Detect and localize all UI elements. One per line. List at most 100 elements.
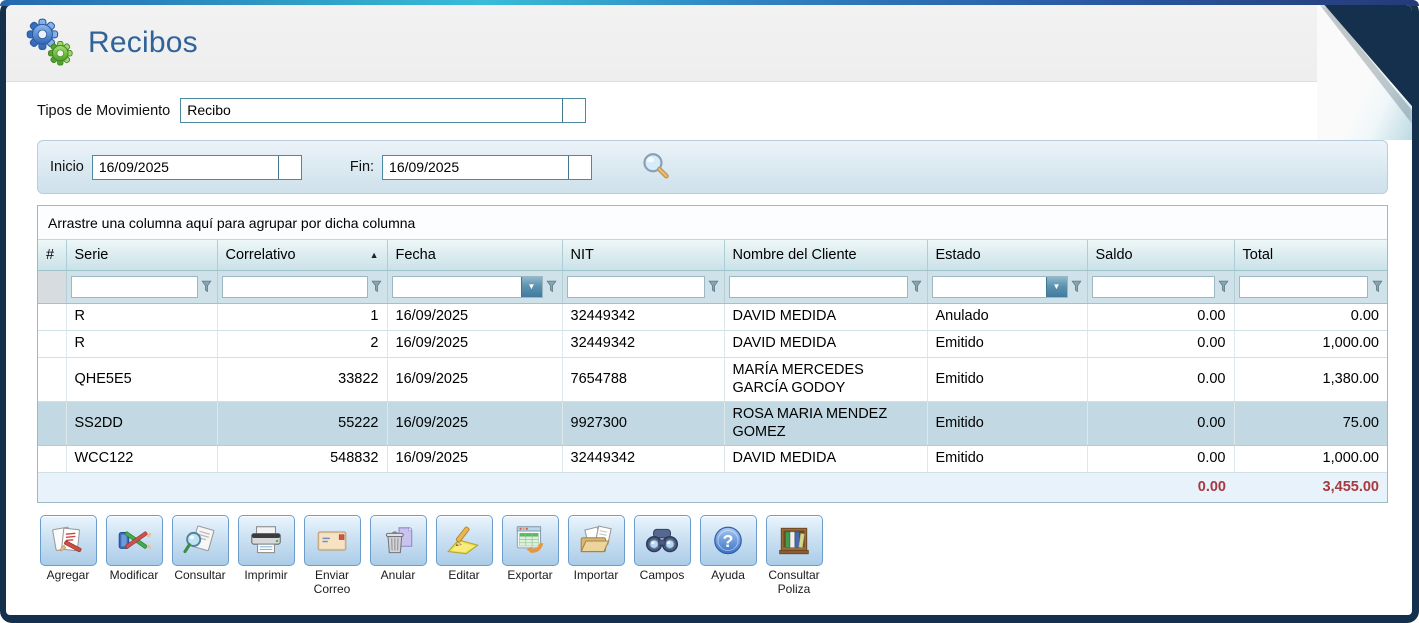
filter-funnel-icon[interactable] [1371, 280, 1383, 293]
anular-button[interactable]: Anular [367, 515, 429, 583]
column-header-saldo[interactable]: Saldo [1087, 240, 1234, 270]
filter-funnel-icon[interactable] [911, 280, 923, 293]
group-by-panel[interactable]: Arrastre una columna aquí para agrupar p… [38, 206, 1387, 240]
cell-correlativo[interactable]: 55222 [217, 401, 387, 445]
filter-fecha-select[interactable]: ▼ [392, 276, 543, 298]
cell-total[interactable]: 1,380.00 [1234, 357, 1387, 401]
filter-serie-input[interactable] [71, 276, 198, 298]
filter-correlativo-input[interactable] [222, 276, 368, 298]
cell-estado[interactable]: Emitido [927, 401, 1087, 445]
filter-estado-select[interactable]: ▼ [932, 276, 1068, 298]
exportar-button[interactable]: Exportar [499, 515, 561, 583]
cell-serie[interactable]: R [66, 330, 217, 357]
cell-saldo[interactable]: 0.00 [1087, 357, 1234, 401]
movement-type-select[interactable]: Recibo ▼ [180, 98, 586, 123]
cell-fecha[interactable]: 16/09/2025 [387, 401, 562, 445]
cell-total[interactable]: 1,000.00 [1234, 445, 1387, 472]
filter-funnel-icon[interactable] [201, 280, 213, 293]
cell-rownum[interactable] [38, 445, 66, 472]
column-header-serie[interactable]: Serie [66, 240, 217, 270]
imprimir-button[interactable]: Imprimir [235, 515, 297, 583]
cell-nombre[interactable]: ROSA MARIA MENDEZ GOMEZ [724, 401, 927, 445]
cell-nit[interactable]: 32449342 [562, 330, 724, 357]
table-row[interactable]: QHE5E5 33822 16/09/2025 7654788 MARÍA ME… [38, 357, 1387, 401]
cell-estado[interactable]: Emitido [927, 445, 1087, 472]
cell-serie[interactable]: WCC122 [66, 445, 217, 472]
cell-saldo[interactable]: 0.00 [1087, 445, 1234, 472]
column-header-estado[interactable]: Estado [927, 240, 1087, 270]
cell-estado[interactable]: Emitido [927, 357, 1087, 401]
column-header-rownum[interactable]: # [38, 240, 66, 270]
start-date-label: Inicio [50, 159, 84, 175]
cell-serie[interactable]: SS2DD [66, 401, 217, 445]
column-header-nombre[interactable]: Nombre del Cliente [724, 240, 927, 270]
filter-estado-dropdown-button[interactable]: ▼ [1046, 277, 1067, 297]
column-header-fecha[interactable]: Fecha [387, 240, 562, 270]
cell-saldo[interactable]: 0.00 [1087, 401, 1234, 445]
cell-serie[interactable]: R [66, 303, 217, 330]
cell-nombre[interactable]: DAVID MEDIDA [724, 330, 927, 357]
editar-button[interactable]: Editar [433, 515, 495, 583]
cell-fecha[interactable]: 16/09/2025 [387, 357, 562, 401]
cell-nit[interactable]: 32449342 [562, 303, 724, 330]
start-date-dropdown-button[interactable]: ▼ [278, 156, 301, 179]
cell-rownum[interactable] [38, 401, 66, 445]
filter-nombre-input[interactable] [729, 276, 908, 298]
table-row[interactable]: WCC122 548832 16/09/2025 32449342 DAVID … [38, 445, 1387, 472]
end-date-dropdown-button[interactable]: ▼ [568, 156, 591, 179]
search-button[interactable] [636, 149, 676, 185]
consultar-button[interactable]: Consultar [169, 515, 231, 583]
cell-fecha[interactable]: 16/09/2025 [387, 330, 562, 357]
cell-rownum[interactable] [38, 303, 66, 330]
cell-nit[interactable]: 32449342 [562, 445, 724, 472]
cell-nombre[interactable]: DAVID MEDIDA [724, 445, 927, 472]
importar-button[interactable]: Importar [565, 515, 627, 583]
movement-type-dropdown-button[interactable]: ▼ [562, 99, 585, 122]
filter-nit-input[interactable] [567, 276, 705, 298]
cell-rownum[interactable] [38, 357, 66, 401]
cell-fecha[interactable]: 16/09/2025 [387, 445, 562, 472]
cell-total[interactable]: 75.00 [1234, 401, 1387, 445]
cell-serie[interactable]: QHE5E5 [66, 357, 217, 401]
cell-estado[interactable]: Anulado [927, 303, 1087, 330]
cell-rownum[interactable] [38, 330, 66, 357]
column-header-correlativo[interactable]: Correlativo▲ [217, 240, 387, 270]
table-row[interactable]: R 2 16/09/2025 32449342 DAVID MEDIDA Emi… [38, 330, 1387, 357]
cell-total[interactable]: 1,000.00 [1234, 330, 1387, 357]
campos-button[interactable]: Campos [631, 515, 693, 583]
enviar-correo-button[interactable]: Enviar Correo [301, 515, 363, 597]
table-row-selected[interactable]: SS2DD 55222 16/09/2025 9927300 ROSA MARI… [38, 401, 1387, 445]
cell-nombre[interactable]: DAVID MEDIDA [724, 303, 927, 330]
cell-nombre[interactable]: MARÍA MERCEDES GARCÍA GODOY [724, 357, 927, 401]
cell-nit[interactable]: 7654788 [562, 357, 724, 401]
filter-fecha-dropdown-button[interactable]: ▼ [521, 277, 542, 297]
end-date-picker[interactable]: 16/09/2025 ▼ [382, 155, 592, 180]
cell-estado[interactable]: Emitido [927, 330, 1087, 357]
agregar-button[interactable]: Agregar [37, 515, 99, 583]
filter-saldo-input[interactable] [1092, 276, 1215, 298]
column-header-total[interactable]: Total [1234, 240, 1387, 270]
filter-funnel-icon[interactable] [371, 280, 383, 293]
cell-correlativo[interactable]: 33822 [217, 357, 387, 401]
cell-total[interactable]: 0.00 [1234, 303, 1387, 330]
column-header-nit[interactable]: NIT [562, 240, 724, 270]
cell-correlativo[interactable]: 1 [217, 303, 387, 330]
cell-saldo[interactable]: 0.00 [1087, 330, 1234, 357]
modificar-button[interactable]: Modificar [103, 515, 165, 583]
cell-nit[interactable]: 9927300 [562, 401, 724, 445]
import-folder-icon [577, 524, 615, 558]
filter-funnel-icon[interactable] [546, 280, 558, 293]
cell-correlativo[interactable]: 548832 [217, 445, 387, 472]
consultar-poliza-button[interactable]: Consultar Poliza [763, 515, 825, 597]
filter-funnel-icon[interactable] [708, 280, 720, 293]
filter-funnel-icon[interactable] [1071, 280, 1083, 293]
envelope-icon [313, 524, 351, 558]
table-row[interactable]: R 1 16/09/2025 32449342 DAVID MEDIDA Anu… [38, 303, 1387, 330]
filter-total-input[interactable] [1239, 276, 1369, 298]
ayuda-button[interactable]: ? Ayuda [697, 515, 759, 583]
cell-saldo[interactable]: 0.00 [1087, 303, 1234, 330]
filter-funnel-icon[interactable] [1218, 280, 1230, 293]
cell-correlativo[interactable]: 2 [217, 330, 387, 357]
cell-fecha[interactable]: 16/09/2025 [387, 303, 562, 330]
start-date-picker[interactable]: 16/09/2025 ▼ [92, 155, 302, 180]
